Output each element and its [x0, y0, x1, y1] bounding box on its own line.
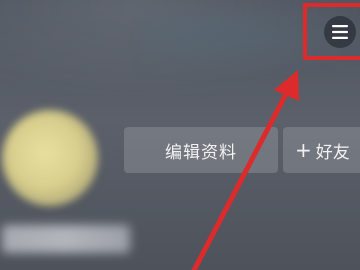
pointer-arrow	[191, 70, 299, 270]
profile-screen: 编辑资料 + 好友	[0, 0, 360, 270]
